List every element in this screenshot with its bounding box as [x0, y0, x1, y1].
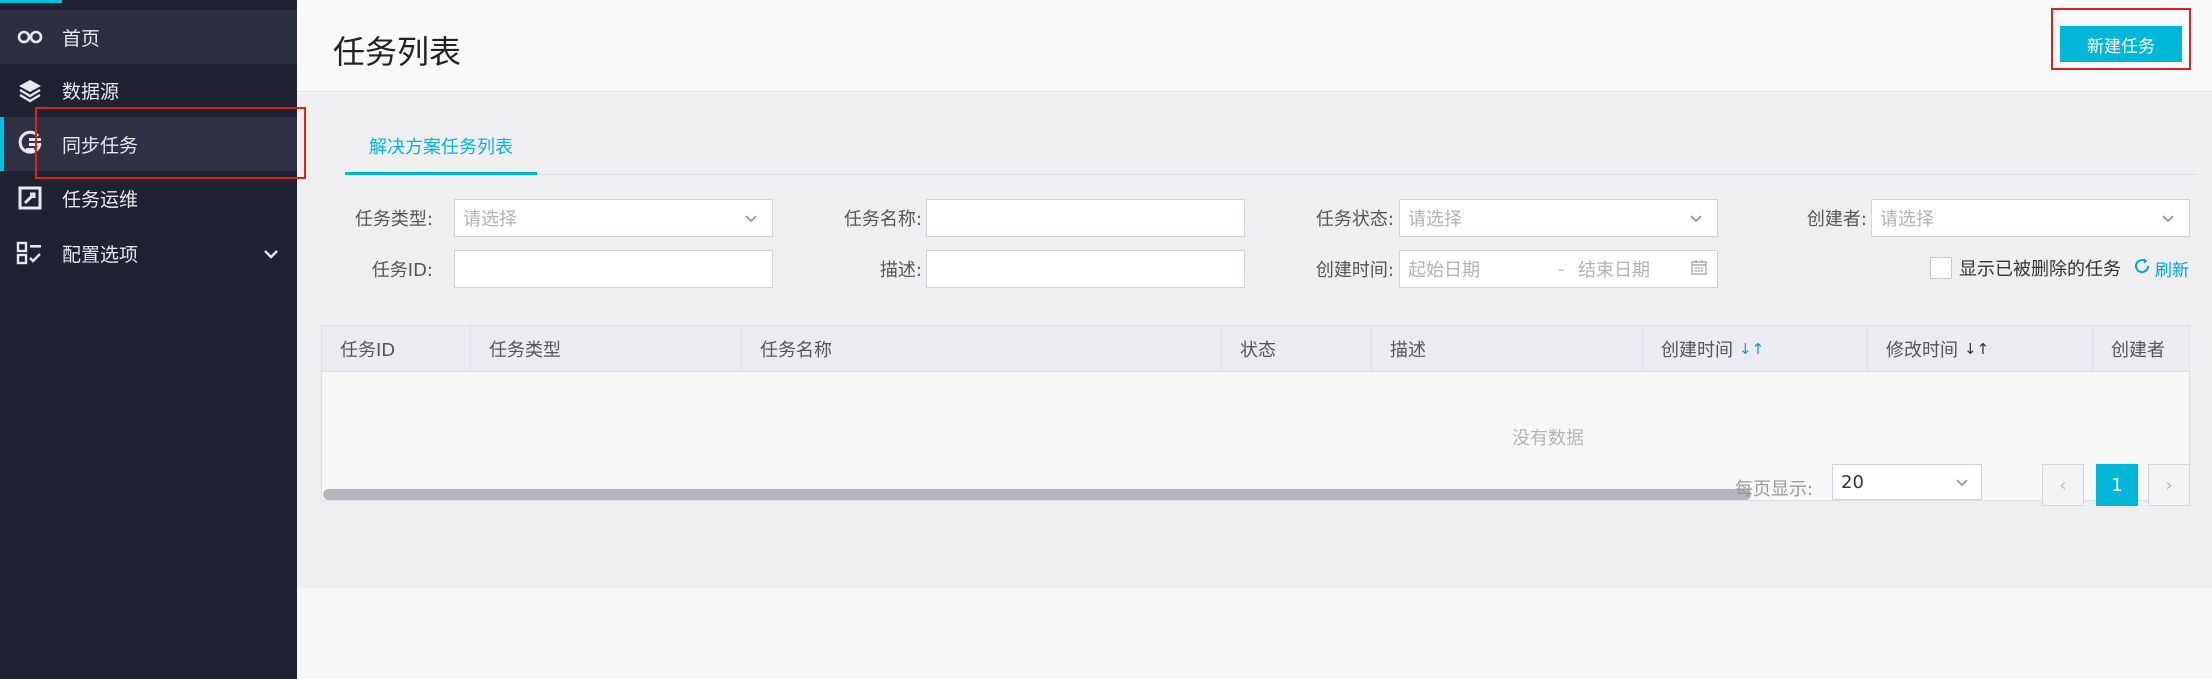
- end-date-placeholder[interactable]: 结束日期: [1578, 256, 1650, 282]
- annotation-box-new-task: [2051, 8, 2191, 70]
- task-id-label: 任务ID:: [371, 260, 433, 281]
- task-type-select[interactable]: 请选择: [454, 199, 773, 237]
- main-content: 解决方案任务列表 任务类型: 请选择 任务名称: 任务状态: 请选择 创建者: …: [297, 93, 2212, 588]
- layers-icon: [16, 76, 44, 104]
- chevron-left-icon: ‹: [2059, 474, 2067, 496]
- task-type-placeholder: 请选择: [463, 209, 517, 230]
- sort-icon[interactable]: ↓↑: [1739, 340, 1764, 358]
- sidebar-item-label: 首页: [62, 27, 101, 50]
- horizontal-scrollbar[interactable]: [323, 489, 1751, 500]
- chevron-down-icon: [1955, 473, 1969, 494]
- task-status-label: 任务状态:: [1315, 209, 1394, 230]
- sidebar-item-config[interactable]: 配置选项: [0, 226, 297, 280]
- creator-select[interactable]: 请选择: [1871, 199, 2190, 237]
- chevron-right-icon: ›: [2165, 474, 2173, 496]
- task-status-select[interactable]: 请选择: [1399, 199, 1718, 237]
- creator-placeholder: 请选择: [1880, 209, 1934, 230]
- column-header-status: 状态: [1222, 326, 1372, 372]
- prev-page-button[interactable]: ‹: [2042, 464, 2084, 506]
- tab-solution-task-list[interactable]: 解决方案任务列表: [345, 131, 537, 175]
- task-id-input[interactable]: [454, 250, 773, 288]
- sort-icon[interactable]: ↓↑: [1964, 340, 1989, 358]
- sidebar: 首页 数据源 同步任务 任务运维 配置选项: [0, 0, 297, 679]
- page-size-value: 20: [1841, 471, 1864, 493]
- column-header-creator: 创建者: [2111, 340, 2165, 361]
- page-title: 任务列表: [333, 33, 462, 71]
- next-page-button[interactable]: ›: [2148, 464, 2190, 506]
- column-header-task-type: 任务类型: [471, 326, 742, 372]
- creator-label: 创建者:: [1806, 209, 1867, 230]
- chevron-down-icon[interactable]: [263, 242, 279, 264]
- config-list-icon: [16, 239, 44, 267]
- table-header: 任务ID 任务类型 任务名称 状态 描述 创建时间 ↓↑ 修改时间 ↓↑ 创建者: [322, 326, 2189, 372]
- sidebar-item-label: 数据源: [62, 80, 120, 103]
- description-label: 描述:: [879, 260, 922, 281]
- calendar-icon: [1691, 259, 1707, 280]
- refresh-label: 刷新: [2155, 261, 2189, 281]
- task-name-label: 任务名称:: [843, 209, 922, 230]
- page-button-1[interactable]: 1: [2096, 464, 2138, 506]
- task-name-input[interactable]: [926, 199, 1245, 237]
- page-size-select[interactable]: 20: [1832, 464, 1982, 500]
- column-header-task-name: 任务名称: [742, 326, 1222, 372]
- column-header-created-time[interactable]: 创建时间 ↓↑: [1643, 326, 1868, 372]
- page-header: 任务列表 新建任务: [297, 0, 2212, 92]
- column-header-modified-time[interactable]: 修改时间 ↓↑: [1868, 326, 2093, 372]
- page-size-label: 每页显示:: [1735, 479, 1814, 500]
- sidebar-item-home[interactable]: 首页: [0, 10, 297, 64]
- empty-state-text: 没有数据: [1512, 428, 1584, 449]
- column-header-task-id: 任务ID: [322, 326, 471, 372]
- chevron-down-icon: [2161, 209, 2175, 230]
- sidebar-item-task-ops[interactable]: 任务运维: [0, 171, 297, 225]
- task-type-label: 任务类型:: [354, 209, 433, 230]
- column-header-description: 描述: [1372, 326, 1643, 372]
- sidebar-top-accent: [0, 0, 62, 3]
- wrench-box-icon: [16, 184, 44, 212]
- show-deleted-checkbox[interactable]: [1930, 257, 1952, 279]
- tab-bar: 解决方案任务列表: [345, 93, 2198, 175]
- tab-label: 解决方案任务列表: [369, 137, 513, 158]
- start-date-placeholder[interactable]: 起始日期: [1408, 256, 1480, 282]
- page-number: 1: [2111, 474, 2123, 496]
- refresh-button[interactable]: 刷新: [2133, 256, 2189, 281]
- show-deleted-label: 显示已被删除的任务: [1959, 259, 2121, 280]
- task-status-placeholder: 请选择: [1408, 209, 1462, 230]
- sidebar-item-label: 任务运维: [62, 188, 139, 211]
- refresh-icon: [2133, 257, 2151, 280]
- date-range-picker[interactable]: 起始日期 - 结束日期: [1399, 250, 1718, 288]
- created-time-label: 创建时间:: [1315, 260, 1394, 281]
- description-input[interactable]: [926, 250, 1245, 288]
- date-separator: -: [1558, 259, 1565, 280]
- infinity-icon: [16, 23, 44, 51]
- chevron-down-icon: [744, 209, 758, 230]
- annotation-box-sync-task: [35, 107, 306, 179]
- chevron-down-icon: [1689, 209, 1703, 230]
- sidebar-item-label: 配置选项: [62, 243, 139, 266]
